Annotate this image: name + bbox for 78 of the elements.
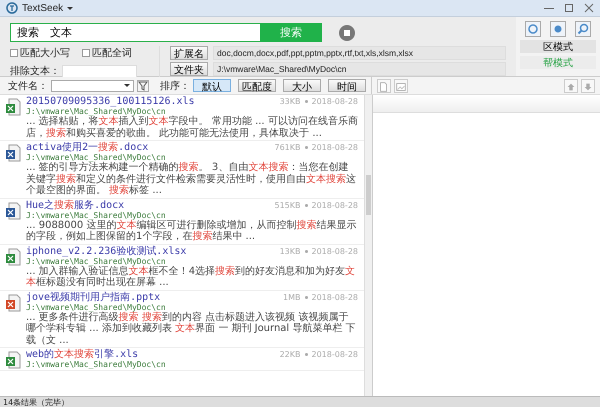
checkbox-label: 匹配大小写 — [20, 46, 70, 60]
search-field[interactable]: 搜索 文本 — [10, 23, 260, 42]
checkbox[interactable] — [82, 49, 90, 57]
filename-label: 文件名： — [8, 80, 48, 92]
caret-icon — [67, 6, 74, 10]
mode-tab[interactable]: 区模式 — [520, 40, 596, 53]
checkbox[interactable] — [10, 49, 18, 57]
filter-button[interactable]: 扩展名 — [170, 46, 208, 60]
separator-dot — [304, 250, 308, 252]
file-date: 2018-08-28 — [312, 200, 358, 210]
file-path: J:\vmware\Mac_Shared\MyDoc\cn — [26, 256, 167, 266]
result-snippet: ... 更多条件进行高级搜索 搜索到的内容 点击标题进入该视频 该视频属于哪个学科专辑 ... 添加到收藏列表 文本界面 一 期刊 Journal 导航菜单栏 下载（文 ... — [26, 312, 357, 346]
caret-icon — [124, 84, 130, 87]
filter-field[interactable]: doc,docm,docx,pdf,ppt,pptm,pptx,rtf,txt,xls,xlsm,xlsx — [213, 46, 506, 60]
sort-button[interactable]: 默认 — [193, 79, 231, 92]
separator-dot — [304, 296, 308, 298]
stop-icon — [339, 24, 355, 40]
result-snippet: ... 选择粘贴，将文本插入到文本字段中。 常用功能 ... 可以访问在线音乐商店，搜索和购买喜爱的歌曲。 此功能可能无法使用，具体取决于 ... — [26, 116, 358, 139]
tool-button[interactable] — [581, 78, 595, 92]
file-date: 2018-08-28 — [312, 96, 358, 107]
sort-button[interactable]: 时间 — [328, 79, 366, 92]
file-size: 1MB — [283, 292, 300, 302]
close-icon — [584, 3, 594, 13]
file-path: J:\vmware\Mac_Shared\MyDoc\cn — [26, 302, 167, 312]
result-snippet: ... 9088000 这里的文本编辑区可进行删除或增加，从而控制搜索结果显示的字段，例如上图保留的1个字段，在搜索结果中 ... — [26, 220, 358, 242]
separator-dot — [304, 204, 308, 206]
scrollbar-thumb[interactable] — [366, 175, 371, 215]
sort-button[interactable]: 大小 — [283, 79, 321, 92]
word-file-icon — [5, 144, 21, 162]
file-name-link[interactable]: jove视频期刊用户指南.pptx — [26, 292, 160, 302]
dot-icon — [552, 23, 564, 35]
separator-dot — [304, 100, 308, 103]
sort-label: 排序： — [160, 80, 190, 92]
tool-button[interactable] — [377, 78, 391, 92]
status-bar: 14条结果（完毕） — [0, 396, 600, 407]
presentation-file-icon — [5, 294, 21, 312]
window-title: TextSeek — [22, 2, 64, 14]
tool-button[interactable] — [550, 21, 566, 37]
file-date: 2018-08-28 — [312, 142, 358, 153]
maximize-icon — [564, 3, 574, 13]
sort-button[interactable]: 匹配度 — [238, 79, 276, 92]
tool-button[interactable] — [564, 78, 578, 92]
file-size: 515KB — [274, 200, 300, 210]
file-size: 22KB — [280, 349, 300, 360]
checkbox-label: 匹配全词 — [92, 47, 132, 60]
separator-dot — [304, 353, 308, 356]
file-path: J:\vmware\Mac_Shared\MyDoc\cn — [26, 360, 167, 369]
exclude-label: 排除文本： — [10, 64, 60, 78]
file-name-link[interactable]: web的文本搜索引擎.xls — [26, 349, 138, 360]
file-date: 2018-08-28 — [312, 349, 358, 360]
result-snippet: ... 签的引导方法来构建一个精确的搜索。 3、自由文本搜索：当您在创建关键字搜索和定义的条件进行文件检索需要灵活性时，使用自由文本搜索这个最空图的界面。 搜索标签 ... — [26, 162, 357, 196]
file-name-link[interactable]: Hue之搜索服务.docx — [26, 200, 124, 210]
filter-field[interactable]: J:\vmware\Mac_Shared\MyDoc\cn — [213, 62, 506, 76]
file-size: 33KB — [280, 96, 300, 107]
file-date: 2018-08-28 — [312, 246, 358, 256]
file-path: J:\vmware\Mac_Shared\MyDoc\cn — [26, 210, 167, 220]
file-name-link[interactable]: 20150709095336_100115126.xls — [26, 96, 195, 107]
word-file-icon — [5, 202, 21, 220]
tool-button[interactable] — [524, 21, 541, 37]
file-path: J:\vmware\Mac_Shared\MyDoc\cn — [26, 153, 167, 162]
tool-button[interactable] — [575, 21, 592, 37]
result-snippet: ... 加入群输入验证信息文本框不全！4选择搜索到的好友消息和加为好友文本框标题没有同时出现在屏幕 ... — [26, 266, 356, 288]
file-size: 13KB — [280, 246, 300, 256]
spreadsheet-file-icon — [5, 248, 21, 266]
file-path: J:\vmware\Mac_Shared\MyDoc\cn — [26, 107, 166, 116]
tool-button[interactable] — [394, 78, 408, 92]
search-icon — [577, 23, 590, 35]
spreadsheet-file-icon — [5, 98, 21, 116]
file-name-link[interactable]: activa使用2一搜索.docx — [26, 142, 148, 153]
app-logo-icon — [6, 2, 18, 14]
filter-button[interactable]: 文件夹 — [170, 62, 208, 76]
file-size: 761KB — [274, 142, 300, 153]
separator-dot — [304, 146, 308, 149]
exclude-field[interactable] — [62, 64, 137, 78]
funnel-icon — [138, 80, 148, 90]
file-name-link[interactable]: iphone_v2.2.236验收测试.xlsx — [26, 246, 186, 256]
file-date: 2018-08-28 — [312, 292, 358, 302]
filter-button[interactable] — [137, 80, 149, 92]
